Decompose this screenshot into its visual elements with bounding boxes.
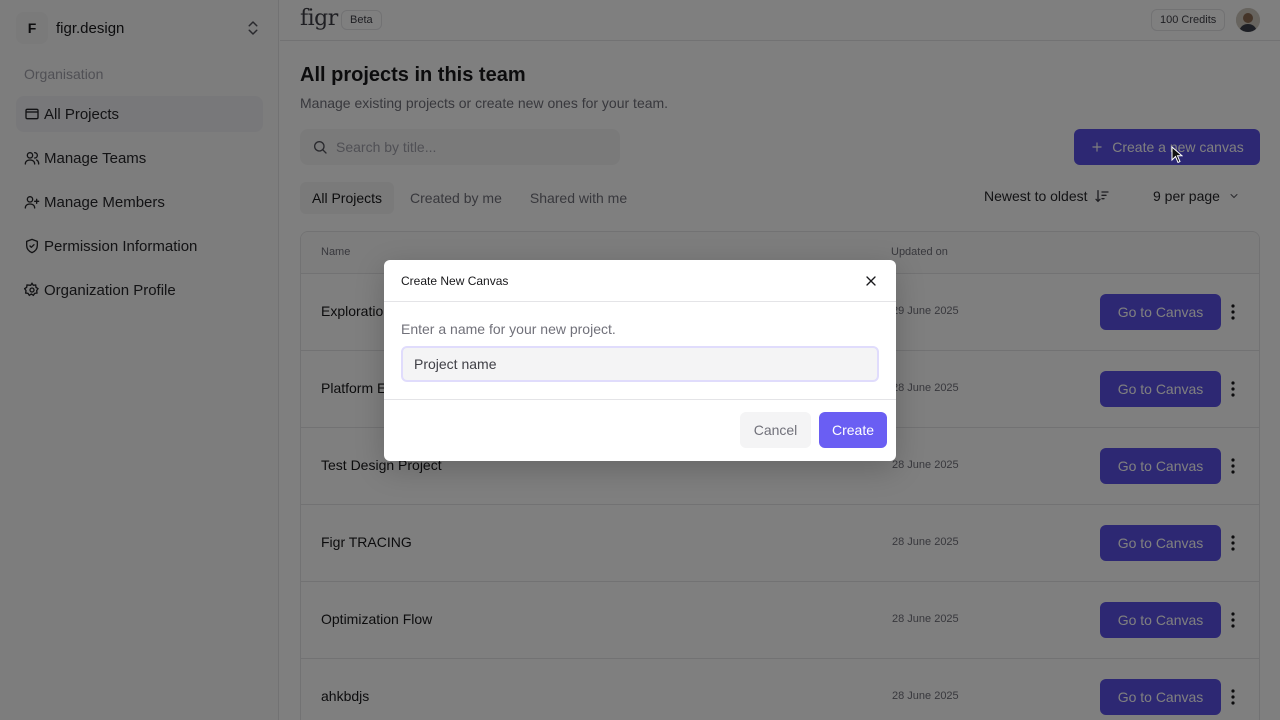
cancel-button[interactable]: Cancel xyxy=(740,412,811,448)
dialog-divider xyxy=(384,301,896,302)
project-name-label: Enter a name for your new project. xyxy=(401,321,616,337)
close-icon[interactable] xyxy=(863,273,879,289)
project-name-input[interactable] xyxy=(401,346,879,382)
mouse-cursor-icon xyxy=(1171,146,1183,164)
dialog-divider xyxy=(384,399,896,400)
create-button[interactable]: Create xyxy=(819,412,887,448)
dialog-title: Create New Canvas xyxy=(401,274,509,288)
create-canvas-dialog: Create New Canvas Enter a name for your … xyxy=(384,260,896,461)
